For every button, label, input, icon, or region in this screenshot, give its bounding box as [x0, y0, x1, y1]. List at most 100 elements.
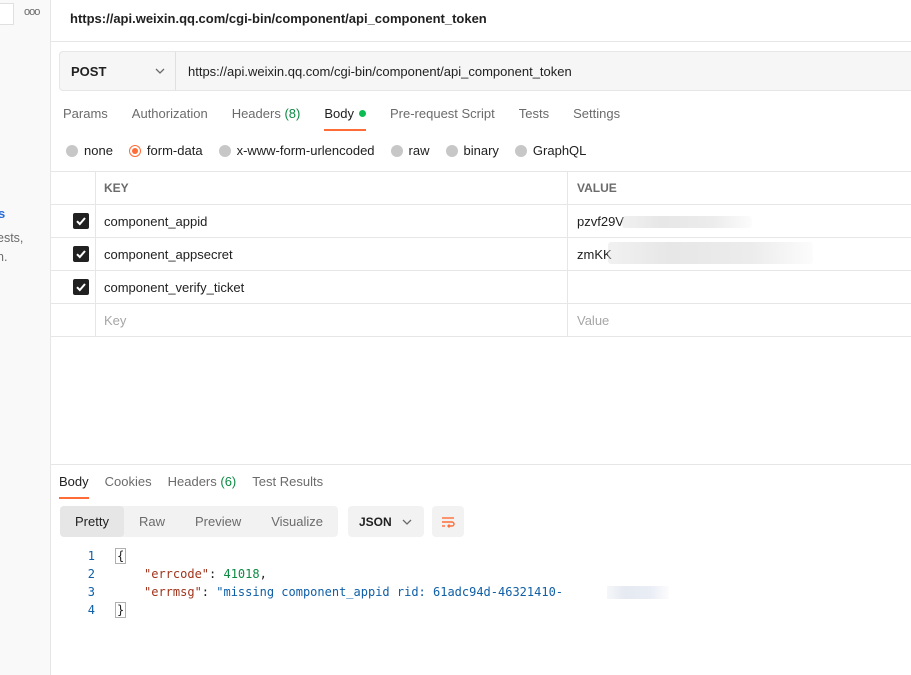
key-column-header: KEY: [96, 172, 568, 204]
body-type-selector: none form-data x-www-form-urlencoded raw…: [66, 143, 602, 158]
code-line: 1 {: [51, 547, 563, 565]
response-tab-headers[interactable]: Headers (6): [168, 474, 237, 498]
url-input[interactable]: https://api.weixin.qq.com/cgi-bin/compon…: [176, 52, 572, 90]
value-cell[interactable]: [568, 271, 911, 303]
key-cell[interactable]: component_verify_ticket: [96, 271, 568, 303]
code-line: 4 }: [51, 601, 563, 619]
tab-label: Params: [63, 106, 108, 121]
value-text: zmKK: [577, 246, 612, 262]
radio-label: GraphQL: [532, 143, 587, 158]
tab-label: Cookies: [104, 474, 152, 489]
row-checkbox-cell: [51, 238, 96, 270]
radio-form-data[interactable]: form-data: [128, 143, 203, 158]
response-tab-test-results[interactable]: Test Results: [252, 474, 323, 498]
key-cell[interactable]: component_appid: [96, 205, 568, 237]
radio-none[interactable]: none: [66, 143, 113, 158]
tab-label: Test Results: [252, 474, 324, 489]
radio-icon: [66, 144, 78, 157]
row-checkbox-cell: [51, 205, 96, 237]
table-row: component_appid pzvf29V: [51, 205, 911, 238]
tab-label: Tests: [518, 106, 550, 121]
tab-label: Authorization: [131, 106, 208, 121]
tab-label: Headers: [167, 474, 217, 489]
format-select[interactable]: JSON: [348, 506, 424, 537]
tab-settings[interactable]: Settings: [573, 106, 620, 130]
table-header-row: KEY VALUE: [51, 172, 911, 205]
wrap-lines-button[interactable]: [432, 506, 464, 537]
tab-tests[interactable]: Tests: [519, 106, 549, 130]
request-tabs: Params Authorization Headers (8) Body Pr…: [63, 106, 644, 131]
view-pretty-button[interactable]: Pretty: [60, 506, 124, 537]
left-sidebar: ooo s ests, n.: [0, 0, 51, 675]
json-key: "errcode": [144, 567, 210, 581]
code-line: 3 "errmsg": "missing component_appid rid…: [51, 583, 669, 601]
line-number: 2: [87, 567, 95, 581]
radio-icon: [514, 144, 527, 157]
radio-x-www-form-urlencoded[interactable]: x-www-form-urlencoded: [218, 143, 375, 158]
method-label: POST: [71, 63, 107, 79]
radio-graphql[interactable]: GraphQL: [514, 143, 587, 158]
wrap-lines-icon: [442, 516, 455, 528]
value-cell[interactable]: pzvf29V: [568, 205, 911, 237]
view-raw-button[interactable]: Raw: [124, 506, 180, 537]
headers-count: (8): [284, 106, 301, 121]
radio-label: raw: [408, 143, 430, 158]
response-tab-cookies[interactable]: Cookies: [105, 474, 152, 498]
redaction-blur: [622, 216, 752, 228]
response-body-code[interactable]: 1 { 2 "errcode": 41018, 3 "errmsg": "mis…: [51, 547, 669, 619]
headers-count: (6): [220, 474, 237, 489]
status-dot-icon: [358, 110, 366, 117]
request-title-bar: https://api.weixin.qq.com/cgi-bin/compon…: [51, 0, 911, 42]
tab-pre-request-script[interactable]: Pre-request Script: [390, 106, 495, 130]
check-icon: [76, 217, 86, 226]
value-text: pzvf29V: [577, 213, 624, 229]
radio-binary[interactable]: binary: [445, 143, 499, 158]
row-checkbox-cell: [51, 271, 96, 303]
tab-label: Body: [59, 474, 89, 489]
row-checkbox[interactable]: [73, 279, 89, 295]
radio-icon: [445, 144, 458, 157]
line-number: 3: [87, 585, 95, 599]
open-brace: {: [115, 548, 127, 564]
sidebar-text-fragment: n.: [0, 250, 8, 264]
row-checkbox[interactable]: [73, 213, 89, 229]
tab-params[interactable]: Params: [63, 106, 108, 130]
tab-authorization[interactable]: Authorization: [132, 106, 208, 130]
row-checkbox-cell: [51, 304, 96, 336]
radio-icon: [390, 144, 403, 157]
response-tabs: Body Cookies Headers (6) Test Results: [59, 474, 339, 499]
radio-label: binary: [463, 143, 499, 158]
sidebar-text-fragment: ests,: [0, 231, 24, 245]
sidebar-heading-fragment: s: [0, 206, 5, 221]
request-title[interactable]: https://api.weixin.qq.com/cgi-bin/compon…: [70, 11, 487, 26]
value-cell[interactable]: zmKK: [568, 238, 911, 270]
row-checkbox[interactable]: [73, 246, 89, 262]
radio-raw[interactable]: raw: [390, 143, 430, 158]
chevron-down-icon: [155, 68, 165, 74]
response-tab-body[interactable]: Body: [59, 474, 89, 499]
key-cell[interactable]: component_appsecret: [96, 238, 568, 270]
radio-icon: [218, 144, 231, 157]
tab-label: Settings: [573, 106, 621, 121]
tab-headers[interactable]: Headers (8): [232, 106, 301, 130]
json-number-value: 41018: [223, 567, 260, 581]
method-select[interactable]: POST: [60, 52, 176, 90]
view-mode-selector: Pretty Raw Preview Visualize: [60, 506, 339, 537]
new-key-input[interactable]: Key: [96, 304, 568, 336]
new-value-input[interactable]: Value: [568, 304, 911, 336]
tab-label: Headers: [231, 106, 281, 121]
check-icon: [76, 283, 86, 292]
radio-label: form-data: [146, 143, 203, 158]
view-visualize-button[interactable]: Visualize: [256, 506, 338, 537]
code-line: 2 "errcode": 41018,: [51, 565, 563, 583]
line-number: 1: [87, 549, 95, 563]
tab-body[interactable]: Body: [324, 106, 366, 131]
more-options-icon[interactable]: ooo: [24, 6, 40, 18]
table-row: component_appsecret zmKK: [51, 238, 911, 271]
radio-label: x-www-form-urlencoded: [236, 143, 375, 158]
table-row-new: Key Value: [51, 304, 911, 337]
sidebar-search-input[interactable]: [0, 3, 14, 25]
url-bar: POST https://api.weixin.qq.com/cgi-bin/c…: [59, 51, 911, 91]
view-preview-button[interactable]: Preview: [180, 506, 256, 537]
json-string-value: "missing component_appid rid: 61adc94d-4…: [216, 585, 564, 599]
